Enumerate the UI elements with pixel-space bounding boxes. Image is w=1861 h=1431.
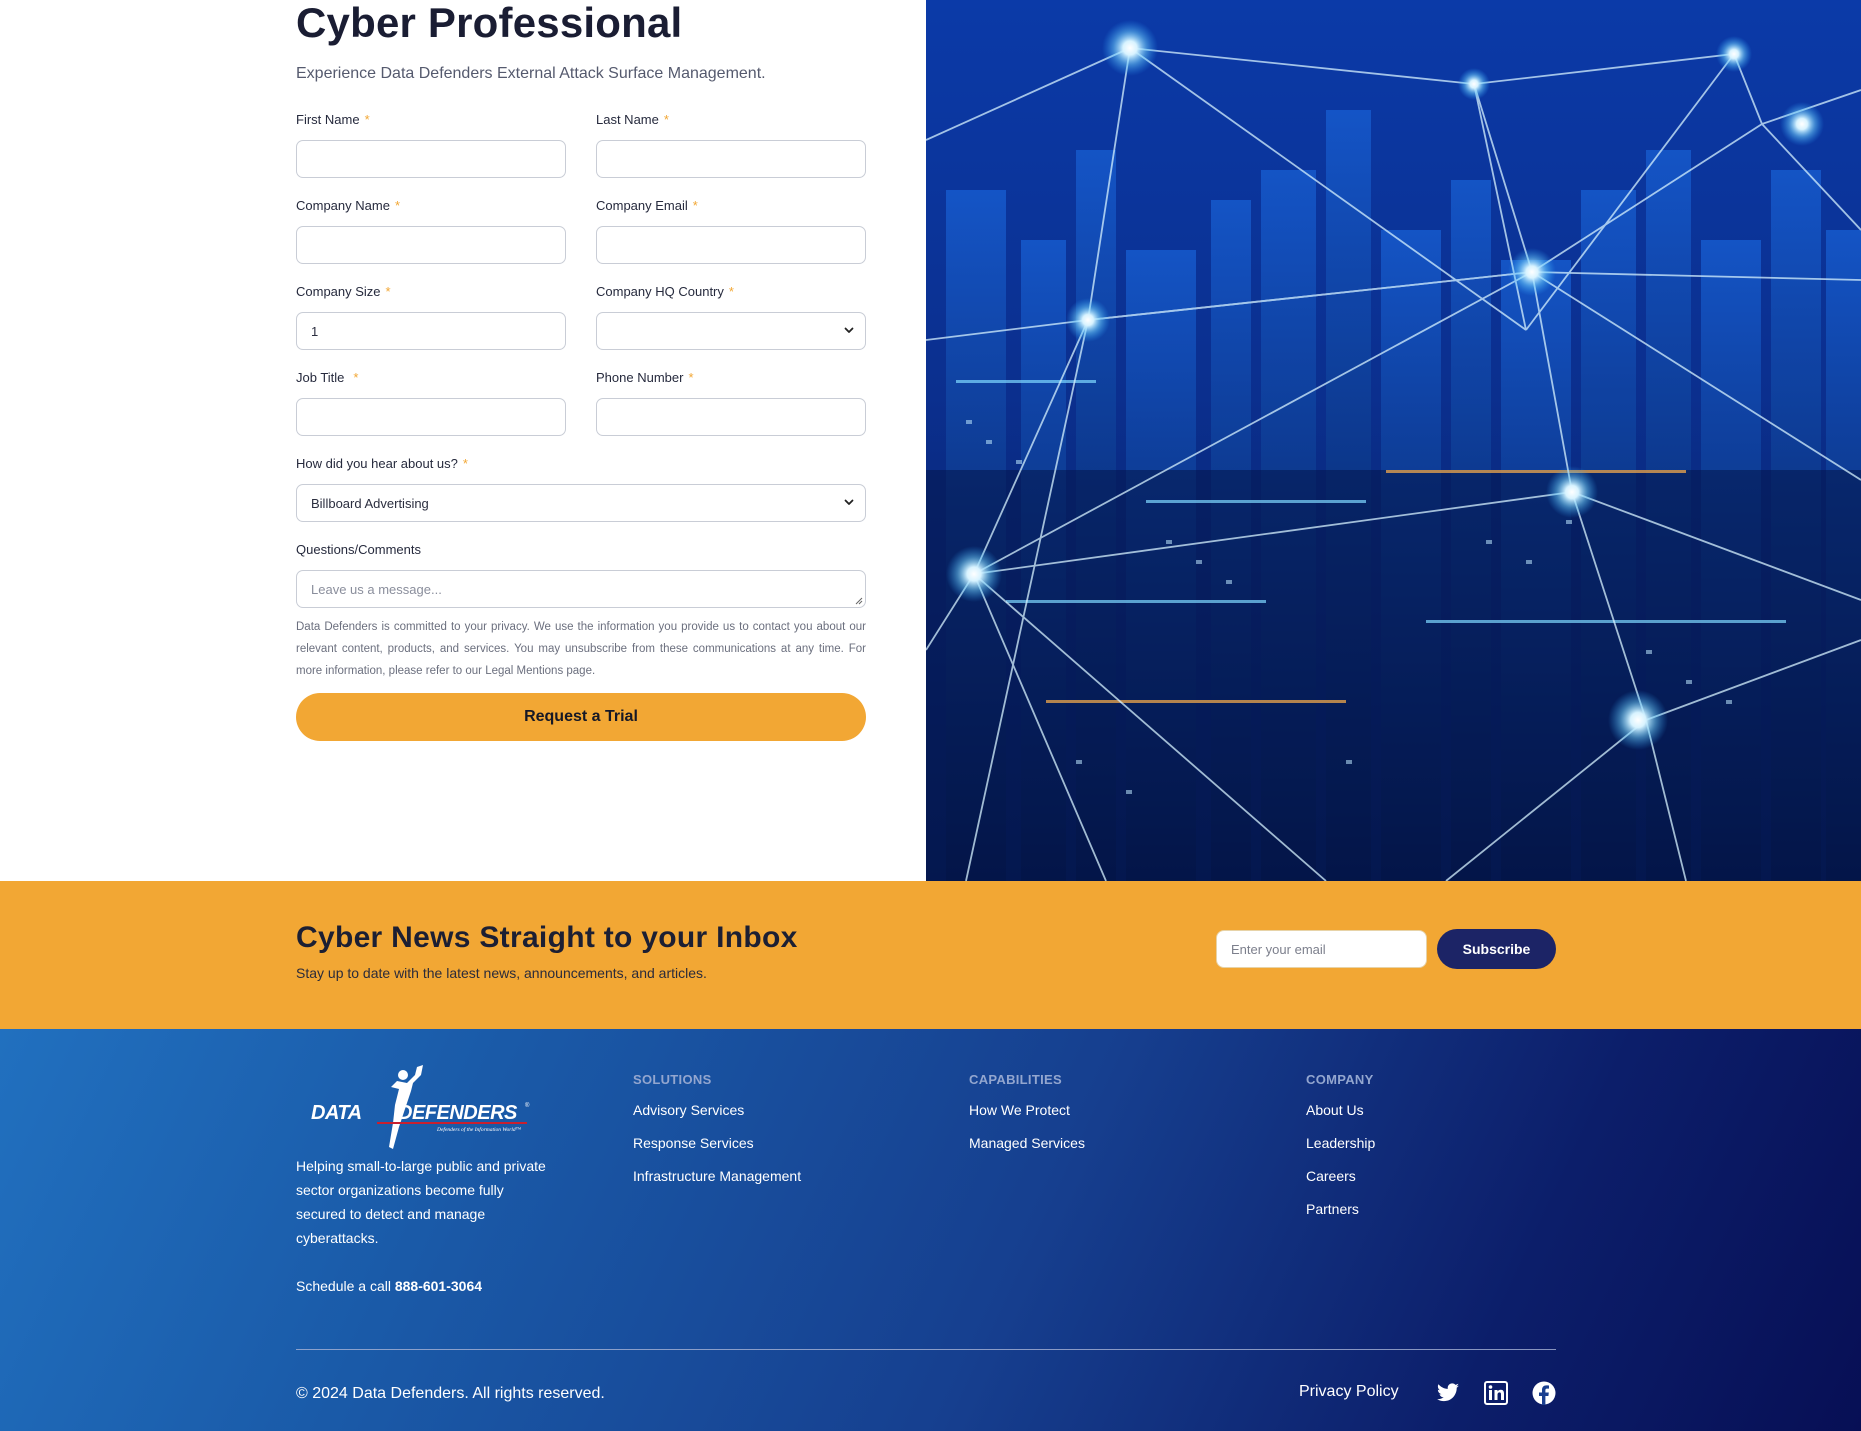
- company-email-input[interactable]: [596, 226, 866, 264]
- subscribe-button[interactable]: Subscribe: [1437, 929, 1556, 969]
- call-prefix: Schedule a call: [296, 1278, 391, 1294]
- hq-country-label: Company HQ Country *: [596, 284, 734, 299]
- link-partners[interactable]: Partners: [1306, 1201, 1375, 1217]
- privacy-policy-link[interactable]: Privacy Policy: [1299, 1383, 1399, 1401]
- phone-label: Phone Number *: [596, 370, 694, 385]
- capabilities-column: CAPABILITIES How We Protect Managed Serv…: [969, 1072, 1085, 1151]
- comments-textarea[interactable]: Leave us a message...: [296, 570, 866, 608]
- heard-about-label: How did you hear about us? *: [296, 456, 468, 471]
- site-footer: DATA DEFENDERS ® Defenders of the Inform…: [0, 1029, 1861, 1431]
- request-trial-button[interactable]: Request a Trial: [296, 693, 866, 741]
- newsletter-band: Cyber News Straight to your Inbox Stay u…: [0, 881, 1861, 1029]
- city-network-image: [926, 0, 1861, 881]
- schedule-call: Schedule a call 888-601-3064: [296, 1278, 482, 1294]
- comments-group: Questions/Comments Leave us a message...: [296, 542, 866, 608]
- linkedin-icon[interactable]: [1484, 1381, 1508, 1405]
- company-size-label: Company Size *: [296, 284, 391, 299]
- trial-section: Cyber Professional Experience Data Defen…: [0, 0, 1861, 881]
- company-name-label: Company Name *: [296, 198, 400, 213]
- facebook-icon[interactable]: [1532, 1381, 1556, 1405]
- job-title-input[interactable]: [296, 398, 566, 436]
- hq-country-select[interactable]: [596, 312, 866, 350]
- form-title: Cyber Professional: [296, 0, 683, 46]
- company-column: COMPANY About Us Leadership Careers Part…: [1306, 1072, 1375, 1217]
- first-name-label: First Name *: [296, 112, 370, 127]
- link-response-services[interactable]: Response Services: [633, 1135, 801, 1151]
- svg-text:DEFENDERS: DEFENDERS: [398, 1102, 518, 1124]
- company-size-group: Company Size * 1: [296, 284, 566, 350]
- svg-text:Defenders of the Information W: Defenders of the Information World™: [436, 1126, 522, 1133]
- phone-group: Phone Number *: [596, 370, 866, 436]
- footer-about-text: Helping small-to-large public and privat…: [296, 1158, 546, 1246]
- link-managed-services[interactable]: Managed Services: [969, 1135, 1085, 1151]
- company-size-input[interactable]: 1: [296, 312, 566, 350]
- privacy-notice: Data Defenders is committed to your priv…: [296, 621, 866, 677]
- phone-input[interactable]: [596, 398, 866, 436]
- chevron-down-icon: [844, 327, 854, 333]
- company-email-group: Company Email *: [596, 198, 866, 264]
- company-email-label: Company Email *: [596, 198, 698, 213]
- comments-label: Questions/Comments: [296, 542, 421, 557]
- trial-form: Cyber Professional Experience Data Defen…: [296, 0, 866, 741]
- link-leadership[interactable]: Leadership: [1306, 1135, 1375, 1151]
- form-subtitle: Experience Data Defenders External Attac…: [296, 65, 766, 82]
- twitter-icon[interactable]: [1436, 1381, 1460, 1405]
- svg-text:®: ®: [525, 1102, 530, 1109]
- data-defenders-logo[interactable]: DATA DEFENDERS ® Defenders of the Inform…: [307, 1061, 533, 1151]
- first-name-group: First Name *: [296, 112, 566, 178]
- copyright: © 2024 Data Defenders. All rights reserv…: [296, 1385, 605, 1402]
- svg-text:DATA: DATA: [311, 1102, 362, 1124]
- newsletter-title: Cyber News Straight to your Inbox: [296, 921, 798, 954]
- job-title-label: Job Title *: [296, 370, 359, 385]
- newsletter-email-input[interactable]: Enter your email: [1216, 930, 1427, 968]
- company-heading: COMPANY: [1306, 1072, 1374, 1087]
- capabilities-heading: CAPABILITIES: [969, 1072, 1062, 1087]
- heard-about-group: How did you hear about us? * Billboard Ad…: [296, 456, 866, 522]
- link-about-us[interactable]: About Us: [1306, 1102, 1375, 1118]
- first-name-input[interactable]: [296, 140, 566, 178]
- last-name-group: Last Name *: [596, 112, 866, 178]
- logo-wordmark: DATA DEFENDERS ® Defenders of the Inform…: [311, 1102, 530, 1133]
- link-advisory-services[interactable]: Advisory Services: [633, 1102, 801, 1118]
- hq-country-group: Company HQ Country *: [596, 284, 866, 350]
- job-title-group: Job Title *: [296, 370, 566, 436]
- company-name-group: Company Name *: [296, 198, 566, 264]
- link-careers[interactable]: Careers: [1306, 1168, 1375, 1184]
- heard-about-value: Billboard Advertising: [311, 495, 429, 511]
- newsletter-subtitle: Stay up to date with the latest news, an…: [296, 965, 707, 981]
- comments-placeholder: Leave us a message...: [311, 581, 442, 597]
- link-how-we-protect[interactable]: How We Protect: [969, 1102, 1085, 1118]
- footer-divider: [296, 1349, 1556, 1350]
- chevron-down-icon: [844, 499, 854, 505]
- link-infrastructure-management[interactable]: Infrastructure Management: [633, 1168, 801, 1184]
- heard-about-select[interactable]: Billboard Advertising: [296, 484, 866, 522]
- solutions-heading: SOLUTIONS: [633, 1072, 712, 1087]
- newsletter-email-placeholder: Enter your email: [1231, 941, 1326, 957]
- company-name-input[interactable]: [296, 226, 566, 264]
- resize-grip-icon[interactable]: [854, 596, 863, 605]
- last-name-input[interactable]: [596, 140, 866, 178]
- solutions-column: SOLUTIONS Advisory Services Response Ser…: [633, 1072, 801, 1184]
- last-name-label: Last Name *: [596, 112, 669, 127]
- phone-link[interactable]: 888-601-3064: [395, 1278, 482, 1294]
